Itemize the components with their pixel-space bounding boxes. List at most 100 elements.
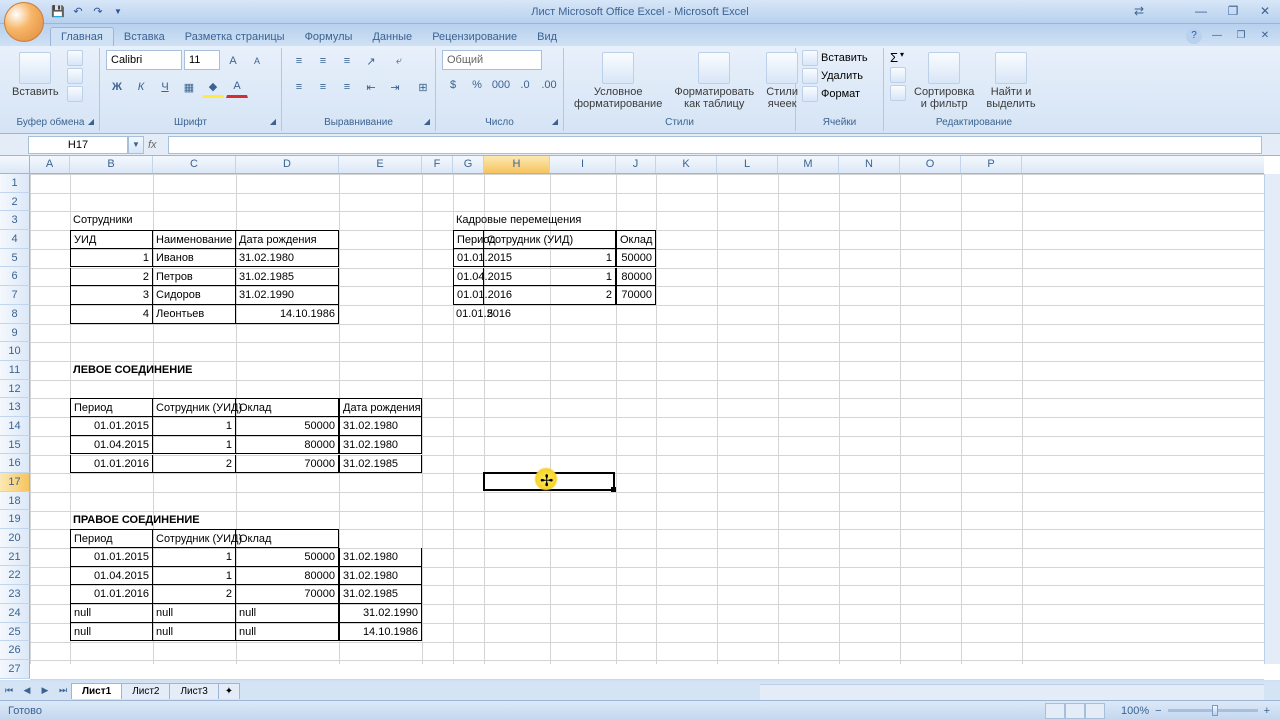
paste-button[interactable]: Вставить (8, 50, 63, 100)
row-header-12[interactable]: 12 (0, 380, 30, 399)
col-header-F[interactable]: F (422, 156, 453, 173)
cell[interactable]: Сидоров (153, 286, 236, 305)
cell[interactable]: 3 (70, 286, 153, 305)
sheet-nav-first-icon[interactable]: ⏮ (0, 682, 18, 700)
tab-review[interactable]: Рецензирование (422, 28, 527, 46)
sheet-tab-2[interactable]: Лист2 (121, 683, 170, 699)
cell[interactable]: 01.04.2015 (453, 268, 484, 287)
cell[interactable]: 1 (484, 268, 616, 287)
row-header-11[interactable]: 11 (0, 361, 30, 380)
row-header-23[interactable]: 23 (0, 585, 30, 604)
cell[interactable]: 31.02.1980 (339, 417, 422, 436)
cell[interactable]: Наименование (153, 230, 236, 249)
orientation-icon[interactable]: ↗ (360, 50, 382, 72)
cell[interactable]: Дата рождения (236, 230, 339, 249)
office-button[interactable] (4, 2, 44, 42)
row-header-24[interactable]: 24 (0, 604, 30, 623)
cell[interactable]: 31.02.1980 (339, 548, 422, 567)
font-size-select[interactable]: 11 (184, 50, 220, 70)
col-header-O[interactable]: O (900, 156, 961, 173)
select-all-corner[interactable] (0, 156, 30, 174)
cell[interactable]: 31.02.1985 (339, 455, 422, 474)
cell[interactable]: 2 (153, 455, 236, 474)
col-header-G[interactable]: G (453, 156, 484, 173)
indent-dec-icon[interactable]: ⇤ (360, 76, 382, 98)
cell[interactable]: Сотрудник (УИД) (153, 529, 236, 548)
name-box[interactable]: H17 (28, 136, 128, 154)
cell[interactable]: null (236, 623, 339, 642)
cell[interactable]: 01.01.2016 (70, 455, 153, 474)
row-header-7[interactable]: 7 (0, 286, 30, 305)
cell[interactable]: 31.02.1980 (339, 567, 422, 586)
cell[interactable]: 70000 (236, 585, 339, 604)
new-sheet-icon[interactable]: ✦ (218, 683, 240, 699)
cell[interactable]: ЛЕВОЕ СОЕДИНЕНИЕ (70, 361, 339, 380)
cell[interactable]: 31.02.1990 (236, 286, 339, 305)
font-launcher-icon[interactable]: ◢ (267, 117, 279, 129)
cell[interactable]: 01.01.2015 (453, 249, 484, 268)
sheet-nav-last-icon[interactable]: ⏭ (54, 682, 72, 700)
bold-icon[interactable]: Ж (106, 76, 128, 98)
row-header-17[interactable]: 17 (0, 473, 30, 492)
format-cells-button[interactable]: Формат (802, 86, 860, 102)
align-right-icon[interactable]: ≡ (336, 76, 358, 98)
align-bottom-icon[interactable]: ≡ (336, 50, 358, 72)
page-break-view-icon[interactable] (1085, 703, 1105, 719)
align-left-icon[interactable]: ≡ (288, 76, 310, 98)
cell[interactable]: Период (70, 529, 153, 548)
col-header-N[interactable]: N (839, 156, 900, 173)
wrap-text-icon[interactable]: ⤶ (384, 50, 414, 72)
cell[interactable]: 01.01.2015 (70, 548, 153, 567)
workbook-close-icon[interactable]: ✕ (1256, 28, 1274, 42)
col-header-L[interactable]: L (717, 156, 778, 173)
cell[interactable]: 70000 (236, 455, 339, 474)
cell[interactable]: 31.02.1990 (339, 604, 422, 623)
delete-cells-button[interactable]: Удалить (802, 68, 863, 84)
maximize-icon[interactable]: ❐ (1224, 4, 1242, 18)
sheet-tab-1[interactable]: Лист1 (71, 683, 122, 699)
currency-icon[interactable]: $ (442, 74, 464, 96)
col-header-B[interactable]: B (70, 156, 153, 173)
vertical-scrollbar[interactable] (1264, 174, 1280, 664)
cell[interactable]: 5 (484, 305, 550, 324)
cell[interactable]: 01.01.2016 (453, 286, 484, 305)
cell[interactable]: 2 (153, 585, 236, 604)
cell[interactable]: Оклад (616, 230, 656, 249)
cell[interactable]: 1 (153, 548, 236, 567)
cell[interactable]: 2 (70, 268, 153, 287)
cell[interactable]: 1 (153, 417, 236, 436)
cell[interactable]: 80000 (236, 436, 339, 455)
horizontal-scrollbar[interactable] (760, 684, 1264, 700)
col-header-C[interactable]: C (153, 156, 236, 173)
cell[interactable]: 01.01.2016 (453, 305, 484, 324)
row-header-22[interactable]: 22 (0, 566, 30, 585)
col-header-A[interactable]: A (30, 156, 70, 173)
indent-inc-icon[interactable]: ⇥ (384, 76, 406, 98)
sort-filter-button[interactable]: Сортировка и фильтр (910, 50, 978, 112)
tab-formulas[interactable]: Формулы (295, 28, 363, 46)
cell[interactable]: Иванов (153, 249, 236, 268)
cell[interactable]: 1 (484, 249, 616, 268)
tab-insert[interactable]: Вставка (114, 28, 175, 46)
cell[interactable]: УИД (70, 230, 153, 249)
shrink-font-icon[interactable]: A (246, 50, 268, 72)
col-header-H[interactable]: H (484, 156, 550, 173)
row-header-19[interactable]: 19 (0, 510, 30, 529)
row-header-2[interactable]: 2 (0, 193, 30, 212)
row-header-4[interactable]: 4 (0, 230, 30, 249)
row-header-9[interactable]: 9 (0, 324, 30, 343)
row-header-1[interactable]: 1 (0, 174, 30, 193)
cell[interactable]: 01.04.2015 (70, 436, 153, 455)
cell[interactable]: Леонтьев (153, 305, 236, 324)
redo-icon[interactable]: ↷ (90, 4, 106, 20)
cell[interactable]: 50000 (236, 417, 339, 436)
cell[interactable]: 80000 (616, 268, 656, 287)
row-header-16[interactable]: 16 (0, 454, 30, 473)
cells-area[interactable]: СотрудникиУИДНаименованиеДата рождения1И… (30, 174, 1264, 664)
col-header-E[interactable]: E (339, 156, 422, 173)
cell[interactable]: 01.01.2016 (70, 585, 153, 604)
cell[interactable]: Петров (153, 268, 236, 287)
sheet-nav-prev-icon[interactable]: ◀ (18, 682, 36, 700)
cell[interactable]: Сотрудник (УИД) (153, 398, 236, 417)
undo-icon[interactable]: ↶ (70, 4, 86, 20)
